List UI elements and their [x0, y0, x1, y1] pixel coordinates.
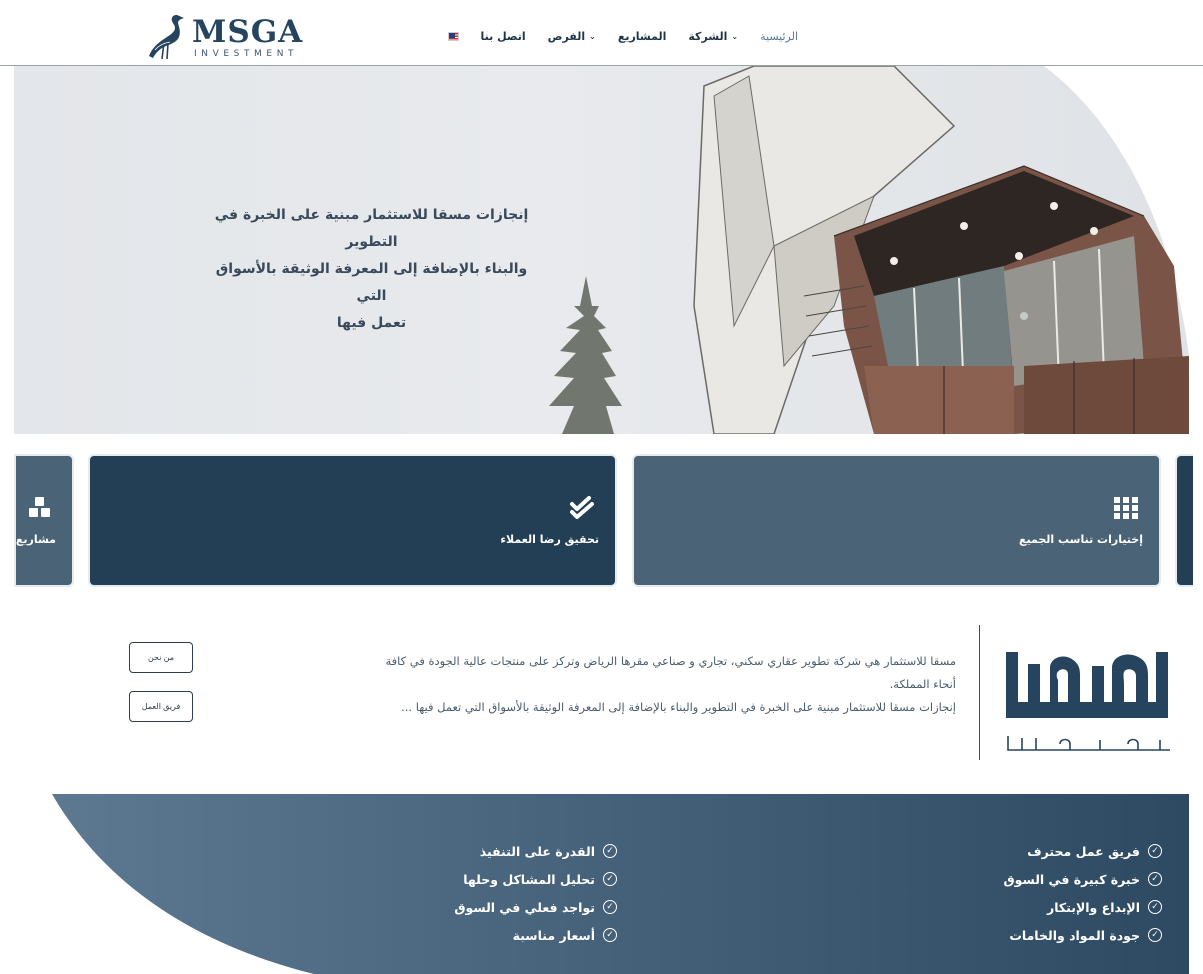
- about-line-2: أنحاء المملكة.: [889, 677, 956, 691]
- feature-item: ✓ خبرة كبيرة في السوق: [1003, 865, 1162, 893]
- nav-contact-label: اتصل بنا: [480, 29, 526, 43]
- feature-label: القدرة على التنفيذ: [479, 843, 595, 859]
- check-circle-icon: ✓: [1148, 872, 1162, 886]
- double-check-icon: [569, 495, 595, 527]
- feature-item: ✓ تواجد فعلي في السوق: [454, 893, 617, 921]
- check-circle-icon: ✓: [603, 844, 617, 858]
- card-client-satisfaction[interactable]: تحقيق رضا العملاء: [88, 454, 617, 587]
- check-circle-icon: ✓: [1148, 844, 1162, 858]
- nav-opportunities-label: الفرص: [547, 29, 586, 43]
- grid-icon: [1113, 496, 1139, 527]
- nav-projects[interactable]: المشاريع: [618, 30, 667, 43]
- features-list-left: ✓ القدرة على التنفيذ ✓ تحليل المشاكل وحل…: [454, 837, 617, 949]
- hero-headline: إنجازات مسقا للاستثمار مبنية على الخبرة …: [204, 202, 539, 337]
- about-us-button[interactable]: من نحن: [129, 642, 193, 673]
- feature-label: أسعار مناسبة: [512, 927, 595, 943]
- card-satisfaction-title: تحقيق رضا العملاء: [500, 532, 599, 546]
- masga-logo-icon: [1006, 652, 1170, 751]
- feature-item: ✓ فريق عمل محترف: [1004, 837, 1162, 865]
- about-divider: [979, 625, 980, 760]
- feature-item: ✓ تحليل المشاكل وحلها: [454, 865, 617, 893]
- nav-company-label: الشركة: [688, 29, 728, 43]
- nav-opportunities[interactable]: الفرص ⌄: [548, 30, 596, 43]
- check-circle-icon: ✓: [1148, 900, 1162, 914]
- hero-line-1: إنجازات مسقا للاستثمار مبنية على الخبرة …: [214, 207, 529, 250]
- card-choices-title: إختيارات تناسب الجميع: [1018, 532, 1143, 546]
- feature-label: تواجد فعلي في السوق: [454, 899, 595, 915]
- feature-label: خبرة كبيرة في السوق: [1003, 871, 1141, 887]
- nav-contact[interactable]: اتصل بنا: [481, 30, 526, 43]
- feature-item: ✓ أسعار مناسبة: [454, 921, 617, 949]
- cubes-icon: [28, 496, 52, 527]
- logo-title: MSGA: [192, 14, 304, 50]
- chevron-down-icon: ⌄: [589, 31, 596, 41]
- nav-home-label: الرئيسية: [760, 29, 798, 43]
- features-section: ✓ فريق عمل محترف ✓ خبرة كبيرة في السوق ✓…: [14, 794, 1189, 974]
- feature-item: ✓ القدرة على التنفيذ: [454, 837, 617, 865]
- about-line-3: إنجازات مسقا للاستثمار مبنية على الخبرة …: [401, 700, 956, 714]
- hero-building-image: [549, 66, 1189, 434]
- card-next-partial[interactable]: [1175, 454, 1193, 587]
- feature-label: فريق عمل محترف: [1027, 843, 1140, 859]
- features-list-right: ✓ فريق عمل محترف ✓ خبرة كبيرة في السوق ✓…: [1003, 837, 1162, 949]
- card-choices[interactable]: إختيارات تناسب الجميع: [632, 454, 1161, 587]
- hero-banner: إنجازات مسقا للاستثمار مبنية على الخبرة …: [14, 66, 1189, 434]
- nav-home[interactable]: الرئيسية: [760, 30, 798, 43]
- card-projects-title: مشاريع: [15, 532, 56, 546]
- feature-label: تحليل المشاكل وحلها: [463, 871, 595, 887]
- feature-item: ✓ الإبداع والإبتكار: [1004, 893, 1162, 921]
- logo-subtitle: INVESTMENT: [194, 49, 299, 59]
- msga-logo[interactable]: MSGA INVESTMENT: [146, 12, 302, 62]
- feature-item: ✓ جودة المواد والخامات: [1004, 921, 1162, 949]
- feature-label: جودة المواد والخامات: [1009, 927, 1140, 943]
- card-projects[interactable]: مشاريع: [14, 454, 74, 587]
- check-circle-icon: ✓: [1148, 928, 1162, 942]
- main-nav: الرئيسية الشركة ⌄ المشاريع الفرص ⌄ اتصل …: [448, 26, 798, 46]
- us-flag-icon[interactable]: [448, 31, 459, 41]
- nav-projects-label: المشاريع: [617, 29, 667, 43]
- check-circle-icon: ✓: [603, 900, 617, 914]
- feature-cards-carousel: مشاريع تحقيق رضا العملاء إختيارات تناسب …: [0, 454, 1203, 588]
- site-header: MSGA INVESTMENT الرئيسية الشركة ⌄ المشار…: [0, 0, 1203, 66]
- hero-line-3: تعمل فيها: [336, 315, 407, 331]
- about-description: مسقا للاستثمار هي شركة تطوير عقاري سكني،…: [300, 650, 956, 719]
- chevron-down-icon: ⌄: [731, 31, 739, 41]
- hero-line-2: والبناء بالإضافة إلى المعرفة الوثيقة بال…: [215, 261, 528, 304]
- check-circle-icon: ✓: [603, 872, 617, 886]
- about-line-1: مسقا للاستثمار هي شركة تطوير عقاري سكني،…: [385, 654, 956, 668]
- check-circle-icon: ✓: [603, 928, 617, 942]
- masga-arabic-logo: [1000, 644, 1175, 754]
- heron-logo-icon: [149, 15, 184, 60]
- feature-label: الإبداع والإبتكار: [1047, 899, 1140, 915]
- team-button[interactable]: فريق العمل: [129, 691, 193, 722]
- nav-company[interactable]: الشركة ⌄: [688, 30, 738, 43]
